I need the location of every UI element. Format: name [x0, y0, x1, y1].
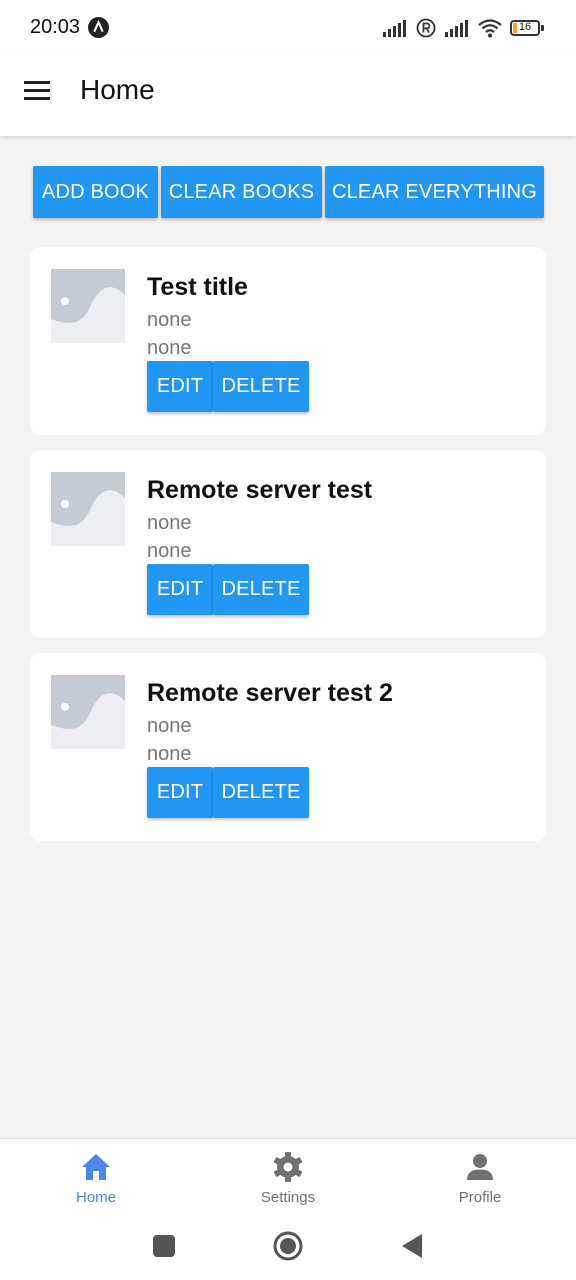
book-detail: none [147, 337, 192, 359]
bottom-nav: Home Settings Profile [0, 1138, 576, 1215]
recents-icon[interactable] [152, 1234, 176, 1258]
page-title: Home [80, 74, 155, 105]
app-bar: Home [0, 56, 576, 136]
delete-button[interactable]: DELETE [213, 564, 309, 615]
book-subtitle: none [147, 715, 192, 737]
book-card: Test title none none EDIT DELETE [30, 247, 546, 435]
nav-label-home: Home [75, 1189, 116, 1206]
status-bar: 20:03 16 [0, 0, 576, 56]
image-placeholder-icon [51, 472, 125, 546]
home-circle-icon[interactable] [272, 1230, 304, 1262]
book-card: Remote server test 2 none none EDIT DELE… [30, 653, 546, 841]
book-title: Remote server test [147, 476, 373, 504]
signal-icon [383, 20, 406, 37]
clear-books-button[interactable]: CLEAR BOOKS [161, 166, 322, 218]
system-nav-bar [0, 1214, 576, 1280]
nav-label-profile: Profile [458, 1189, 502, 1206]
nav-item-profile[interactable]: Profile [420, 1151, 540, 1206]
nav-item-settings[interactable]: Settings [228, 1151, 348, 1206]
status-time: 20:03 [30, 16, 81, 38]
home-icon [82, 1154, 110, 1180]
book-subtitle: none [147, 512, 192, 534]
book-detail: none [147, 743, 192, 765]
book-title: Test title [147, 273, 248, 301]
image-placeholder-icon [51, 269, 125, 343]
toolbar: ADD BOOK CLEAR BOOKS CLEAR EVERYTHING [33, 166, 544, 218]
battery-icon: 16 [510, 20, 544, 36]
book-detail: none [147, 540, 192, 562]
battery-level: 16 [518, 21, 532, 33]
person-icon [467, 1154, 493, 1180]
card-actions: EDIT DELETE [147, 767, 309, 818]
edit-button[interactable]: EDIT [147, 361, 213, 412]
delete-button[interactable]: DELETE [213, 767, 309, 818]
delete-button[interactable]: DELETE [213, 361, 309, 412]
nav-item-home[interactable]: Home [36, 1151, 156, 1206]
hamburger-menu-icon[interactable] [22, 78, 52, 104]
back-icon[interactable] [400, 1232, 424, 1260]
book-card: Remote server test none none EDIT DELETE [30, 450, 546, 638]
wifi-icon [478, 19, 502, 38]
registered-icon [416, 18, 436, 38]
card-actions: EDIT DELETE [147, 361, 309, 412]
add-book-button[interactable]: ADD BOOK [33, 166, 158, 218]
edit-button[interactable]: EDIT [147, 767, 213, 818]
clear-everything-button[interactable]: CLEAR EVERYTHING [325, 166, 544, 218]
app-notification-icon [88, 17, 109, 38]
card-actions: EDIT DELETE [147, 564, 309, 615]
gear-icon [273, 1152, 303, 1182]
edit-button[interactable]: EDIT [147, 564, 213, 615]
book-subtitle: none [147, 309, 192, 331]
book-title: Remote server test 2 [147, 679, 393, 707]
image-placeholder-icon [51, 675, 125, 749]
status-icons: 16 [382, 16, 544, 40]
nav-label-settings: Settings [260, 1189, 316, 1206]
signal-icon-2 [445, 20, 468, 37]
